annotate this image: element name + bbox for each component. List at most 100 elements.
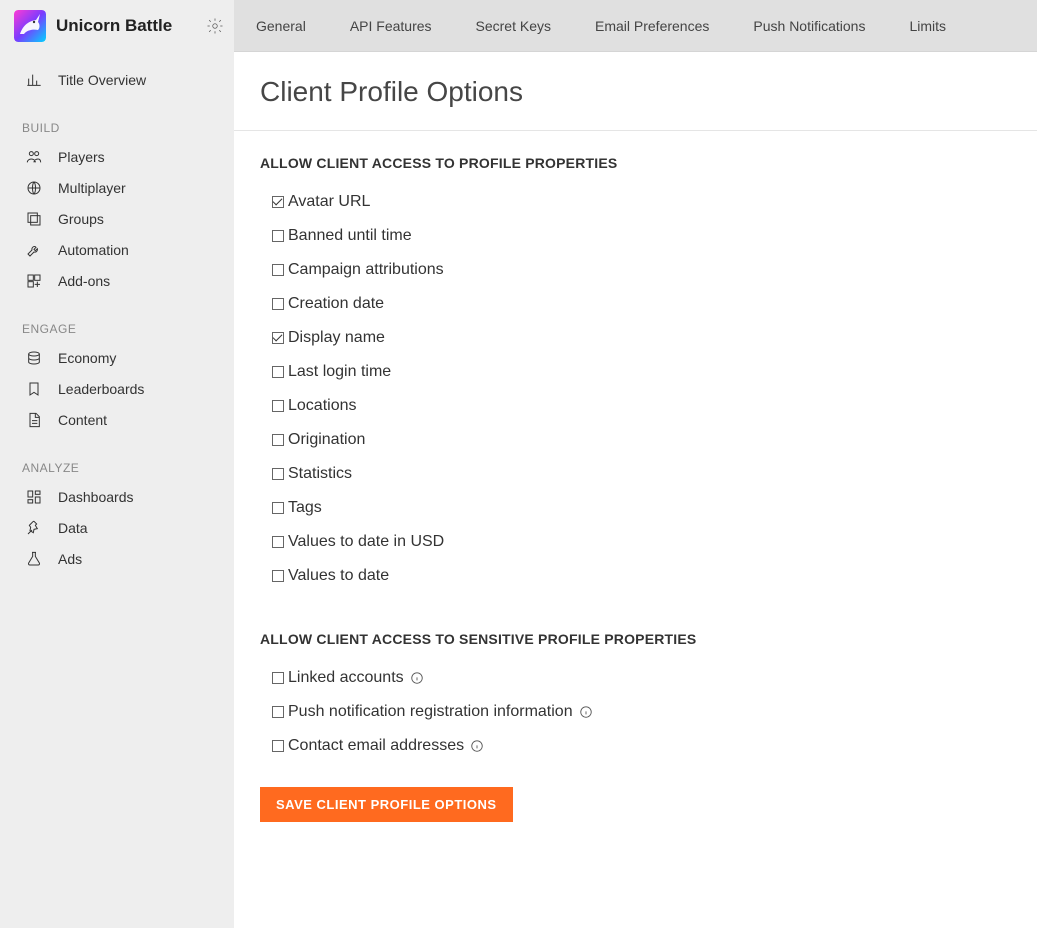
content: Client Profile Options ALLOW CLIENT ACCE… <box>234 52 1037 928</box>
sidebar-item-content[interactable]: Content <box>0 404 234 435</box>
sidebar-item-label: Content <box>58 412 107 428</box>
layers-icon <box>26 211 42 227</box>
checkbox[interactable] <box>272 332 284 344</box>
option-label: Tags <box>288 499 322 517</box>
info-icon[interactable] <box>410 671 424 685</box>
checkbox[interactable] <box>272 366 284 378</box>
file-icon <box>26 412 42 428</box>
option-row-banned-until-time: Banned until time <box>260 219 1011 253</box>
sidebar-item-multiplayer[interactable]: Multiplayer <box>0 172 234 203</box>
checkbox[interactable] <box>272 264 284 276</box>
option-row-avatar-url: Avatar URL <box>260 185 1011 219</box>
players-icon <box>26 149 42 165</box>
info-icon[interactable] <box>470 739 484 753</box>
option-label: Push notification registration informati… <box>288 703 573 721</box>
tabs: GeneralAPI FeaturesSecret KeysEmail Pref… <box>234 0 1037 52</box>
tab-push-notifications[interactable]: Push Notifications <box>731 0 887 51</box>
app-logo-icon <box>14 10 46 42</box>
tab-email-preferences[interactable]: Email Preferences <box>573 0 731 51</box>
checkbox[interactable] <box>272 400 284 412</box>
sidebar-item-label: Add-ons <box>58 273 110 289</box>
checkbox[interactable] <box>272 706 284 718</box>
sidebar-item-label: Title Overview <box>58 72 146 88</box>
checkbox[interactable] <box>272 502 284 514</box>
option-label: Values to date <box>288 567 389 585</box>
sidebar-item-groups[interactable]: Groups <box>0 203 234 234</box>
checkbox[interactable] <box>272 570 284 582</box>
wrench-icon <box>26 242 42 258</box>
sidebar-header: Unicorn Battle <box>0 0 234 52</box>
option-row-origination: Origination <box>260 423 1011 457</box>
checkbox[interactable] <box>272 230 284 242</box>
section-heading: ALLOW CLIENT ACCESS TO SENSITIVE PROFILE… <box>260 631 1011 647</box>
sidebar-item-dashboards[interactable]: Dashboards <box>0 481 234 512</box>
option-label: Banned until time <box>288 227 412 245</box>
option-row-last-login-time: Last login time <box>260 355 1011 389</box>
sidebar-item-label: Automation <box>58 242 129 258</box>
tab-limits[interactable]: Limits <box>887 0 968 51</box>
sidebar: Unicorn Battle Title Overview BUILD Playe… <box>0 0 234 928</box>
option-label: Campaign attributions <box>288 261 444 279</box>
nav-section-title: BUILD <box>0 111 234 141</box>
sidebar-item-ads[interactable]: Ads <box>0 543 234 574</box>
nav-section-title: ANALYZE <box>0 451 234 481</box>
option-row-values-to-date-in-usd: Values to date in USD <box>260 525 1011 559</box>
sidebar-item-economy[interactable]: Economy <box>0 342 234 373</box>
bookmark-icon <box>26 381 42 397</box>
sidebar-item-label: Groups <box>58 211 104 227</box>
coins-icon <box>26 350 42 366</box>
page-title: Client Profile Options <box>260 76 1011 108</box>
main: GeneralAPI FeaturesSecret KeysEmail Pref… <box>234 0 1037 928</box>
option-row-campaign-attributions: Campaign attributions <box>260 253 1011 287</box>
sidebar-item-leaderboards[interactable]: Leaderboards <box>0 373 234 404</box>
gear-icon[interactable] <box>206 17 224 35</box>
checkbox[interactable] <box>272 672 284 684</box>
sidebar-item-title-overview[interactable]: Title Overview <box>0 64 234 95</box>
section-heading: ALLOW CLIENT ACCESS TO PROFILE PROPERTIE… <box>260 155 1011 171</box>
option-label: Values to date in USD <box>288 533 444 551</box>
option-row-locations: Locations <box>260 389 1011 423</box>
addons-icon <box>26 273 42 289</box>
option-label: Contact email addresses <box>288 737 464 755</box>
barchart-icon <box>26 72 42 88</box>
option-label: Origination <box>288 431 365 449</box>
option-row-statistics: Statistics <box>260 457 1011 491</box>
sidebar-item-label: Data <box>58 520 88 536</box>
sidebar-item-data[interactable]: Data <box>0 512 234 543</box>
option-row-linked-accounts: Linked accounts <box>260 661 1011 695</box>
option-label: Last login time <box>288 363 391 381</box>
option-label: Statistics <box>288 465 352 483</box>
option-label: Avatar URL <box>288 193 370 211</box>
sidebar-item-label: Players <box>58 149 105 165</box>
save-button[interactable]: SAVE CLIENT PROFILE OPTIONS <box>260 787 513 822</box>
checkbox[interactable] <box>272 434 284 446</box>
tab-secret-keys[interactable]: Secret Keys <box>454 0 573 51</box>
sidebar-item-label: Dashboards <box>58 489 134 505</box>
checkbox[interactable] <box>272 536 284 548</box>
app-title: Unicorn Battle <box>56 16 206 36</box>
checkbox[interactable] <box>272 298 284 310</box>
pin-icon <box>26 520 42 536</box>
tab-general[interactable]: General <box>234 0 328 51</box>
divider <box>234 130 1037 131</box>
option-row-contact-email-addresses: Contact email addresses <box>260 729 1011 763</box>
option-row-push-notification-registration-information: Push notification registration informati… <box>260 695 1011 729</box>
option-row-creation-date: Creation date <box>260 287 1011 321</box>
sidebar-item-add-ons[interactable]: Add-ons <box>0 265 234 296</box>
checkbox[interactable] <box>272 740 284 752</box>
option-label: Locations <box>288 397 357 415</box>
option-row-tags: Tags <box>260 491 1011 525</box>
nav-section-title: ENGAGE <box>0 312 234 342</box>
sidebar-item-label: Multiplayer <box>58 180 126 196</box>
tab-api-features[interactable]: API Features <box>328 0 454 51</box>
flask-icon <box>26 551 42 567</box>
dashboard-icon <box>26 489 42 505</box>
option-row-values-to-date: Values to date <box>260 559 1011 593</box>
sidebar-item-label: Economy <box>58 350 116 366</box>
checkbox[interactable] <box>272 196 284 208</box>
sidebar-item-automation[interactable]: Automation <box>0 234 234 265</box>
sidebar-item-label: Ads <box>58 551 82 567</box>
sidebar-item-players[interactable]: Players <box>0 141 234 172</box>
info-icon[interactable] <box>579 705 593 719</box>
checkbox[interactable] <box>272 468 284 480</box>
